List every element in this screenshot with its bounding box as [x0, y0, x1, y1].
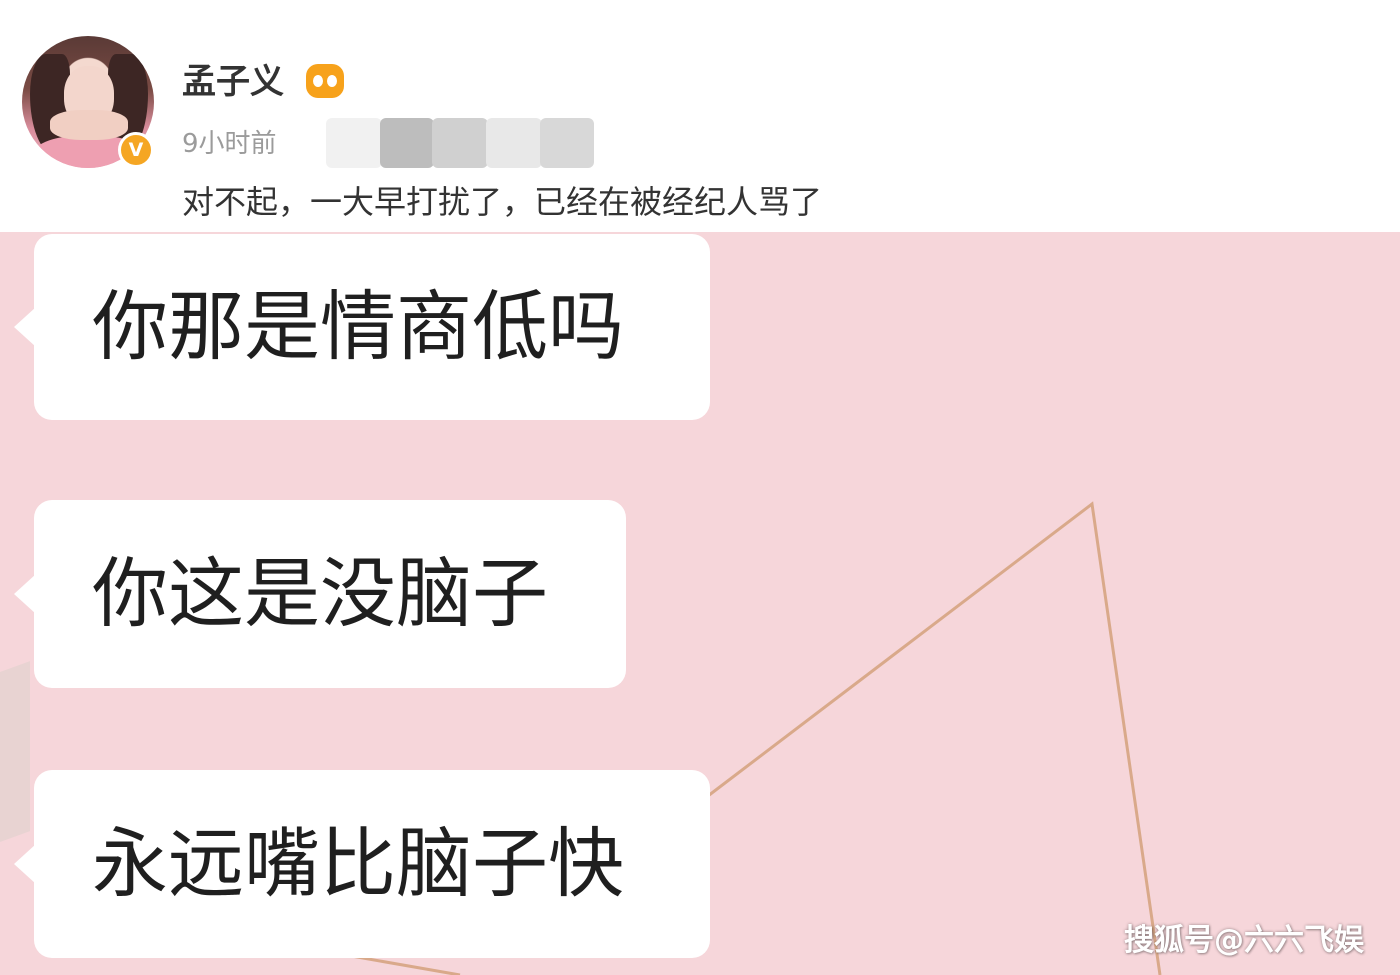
member-crown-icon[interactable] — [306, 64, 344, 98]
weibo-post-header: V 孟子义 9小时前 对不起，一大早打扰了，已经在被经纪人骂了 — [0, 0, 1400, 232]
redacted-source-block — [432, 118, 488, 168]
verified-v-badge-icon: V — [118, 132, 154, 168]
chat-message-text: 永远嘴比脑子快 — [92, 819, 624, 908]
redacted-source-block — [486, 118, 542, 168]
redacted-source-block — [540, 118, 594, 168]
chat-screenshot: 你那是情商低吗 你这是没脑子 永远嘴比脑子快 搜狐号@六六飞娱 — [0, 232, 1400, 975]
chat-bubble: 永远嘴比脑子快 — [14, 770, 710, 958]
avatar[interactable]: V — [22, 36, 156, 170]
background-shape — [0, 661, 30, 853]
username[interactable]: 孟子义 — [182, 60, 284, 104]
chat-message-text: 你那是情商低吗 — [92, 282, 624, 371]
chat-message-text: 你这是没脑子 — [92, 549, 548, 638]
redacted-source-block — [326, 118, 382, 168]
post-timestamp: 9小时前 — [182, 129, 277, 159]
post-body-text: 对不起，一大早打扰了，已经在被经纪人骂了 — [182, 183, 823, 221]
redacted-source-block — [380, 118, 434, 168]
chat-bubble: 你那是情商低吗 — [14, 234, 710, 420]
chat-bubble: 你这是没脑子 — [14, 500, 626, 688]
watermark: 搜狐号@六六飞娱 — [1124, 923, 1364, 958]
